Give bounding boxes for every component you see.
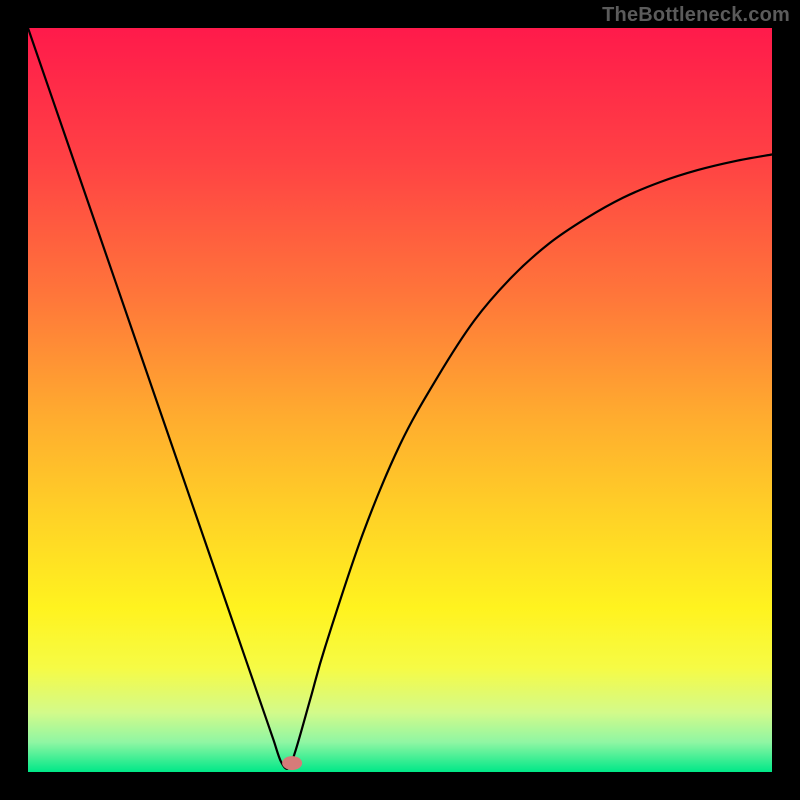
chart-plot-frame bbox=[28, 28, 772, 772]
chart-svg bbox=[28, 28, 772, 772]
optimal-marker bbox=[282, 756, 302, 770]
watermark-text: TheBottleneck.com bbox=[602, 4, 790, 27]
gradient-background bbox=[28, 28, 772, 772]
